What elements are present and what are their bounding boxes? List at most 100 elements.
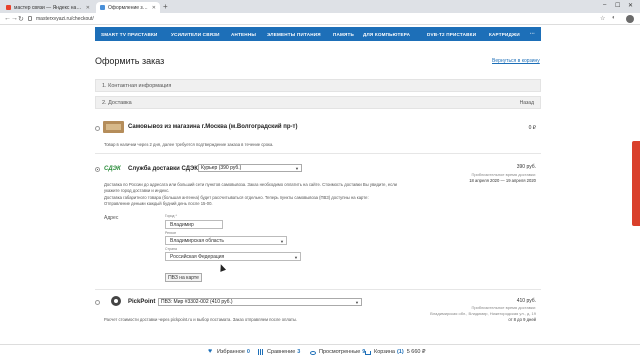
star-icon[interactable]: ☆ — [600, 15, 605, 22]
chevron-down-icon: ▼ — [295, 166, 299, 171]
step-label: 2. Доставка — [102, 99, 132, 106]
more-menu-icon[interactable]: ⋯ — [530, 31, 535, 37]
viewed-label: Просмотренные — [319, 349, 361, 355]
chevron-down-icon: ▼ — [355, 300, 359, 305]
page-title: Оформить заказ — [95, 56, 165, 66]
divider — [95, 153, 541, 154]
close-window-icon[interactable]: ✕ — [628, 2, 633, 9]
pickpoint-est-label: Приблизительное время доставки: — [471, 305, 536, 310]
favorites-link[interactable]: ♥ Избранное 0 — [208, 348, 250, 355]
minimize-icon[interactable]: – — [603, 2, 606, 8]
compare-link[interactable]: Сравнение 3 — [258, 349, 300, 355]
cdek-logo: СДЭК — [104, 166, 121, 172]
nav-item-antennas[interactable]: АНТЕННЫ — [231, 32, 256, 37]
nav-item-amplifiers[interactable]: УСИЛИТЕЛИ СВЯЗИ — [171, 32, 220, 37]
lock-icon — [28, 16, 32, 21]
pvz-map-button[interactable]: ПВЗ на карте — [165, 273, 202, 282]
city-label: Город * — [165, 214, 177, 218]
feedback-side-tab[interactable] — [632, 141, 640, 226]
cart-link[interactable]: Корзина (1) 5 660 ₽ — [365, 349, 425, 355]
region-select[interactable]: Владимирская область ▼ — [165, 236, 287, 245]
new-tab-button[interactable]: + — [163, 2, 168, 11]
shop-logo — [103, 121, 124, 133]
eye-icon — [310, 350, 316, 355]
address-label: Адрес — [104, 215, 119, 221]
compare-count: 3 — [297, 349, 301, 355]
cart-icon — [365, 350, 371, 355]
cart-label: Корзина — [374, 349, 395, 355]
back-to-cart-link[interactable]: Вернуться в корзину — [492, 58, 540, 64]
cdek-price: 390 руб. — [516, 164, 536, 170]
select-value: Курьер (390 руб.) — [201, 165, 242, 171]
cdek-desc-line: Доставка по России до адресата или больш… — [104, 182, 398, 187]
cdek-desc-line: укажите город доставки и индекс. — [104, 188, 170, 193]
chevron-down-icon: ▼ — [280, 239, 284, 244]
select-value: ПВЗ: Мир #3302-002 (410 руб.) — [161, 299, 233, 305]
bottom-bar: ♥ Избранное 0 Сравнение 3 Просмотренные … — [0, 344, 640, 360]
nav-item-computer[interactable]: ДЛЯ КОМПЬЮТЕРА — [363, 32, 410, 37]
browser-tab-bar: мастер связи — Яндекс нашел... ✕ Оформле… — [0, 0, 640, 13]
step-delivery: 2. Доставка Назад — [95, 96, 541, 109]
pickpoint-price: 410 руб. — [516, 298, 536, 304]
step-back-link[interactable]: Назад — [520, 100, 534, 106]
region-label: Регион — [165, 231, 177, 235]
pickpoint-point-select[interactable]: ПВЗ: Мир #3302-002 (410 руб.) ▼ — [158, 298, 362, 306]
forward-arrow-icon[interactable]: → — [11, 15, 18, 22]
cdek-tariff-select[interactable]: Курьер (390 руб.) ▼ — [198, 164, 302, 172]
tab-title: мастер связи — Яндекс нашел... — [14, 4, 84, 11]
pickpoint-note: Расчет стоимости доставки через pickpoin… — [104, 317, 298, 322]
url-input[interactable]: masterxvyazi.ru/checkout/ — [36, 16, 94, 22]
pickup-note: Товар в наличии через 2 дня, далее требу… — [104, 142, 274, 147]
mouse-cursor-icon — [217, 263, 227, 272]
cdek-est-label: Приблизительное время доставки: — [471, 172, 536, 177]
country-label: Страна — [165, 247, 177, 251]
reload-icon[interactable]: ↻ — [18, 15, 24, 23]
divider — [95, 289, 541, 290]
cdek-desc-line: Отправление деньми каждый будний день по… — [104, 201, 213, 206]
city-value: Владимир — [170, 221, 194, 228]
region-value: Владимирская область — [170, 237, 224, 244]
site-category-nav: SMART TV ПРИСТАВКИ УСИЛИТЕЛИ СВЯЗИ АНТЕН… — [95, 27, 541, 41]
compare-bars-icon — [258, 349, 264, 355]
step-label: 1. Контактная информация — [102, 82, 172, 89]
pickpoint-logo-icon — [111, 296, 121, 306]
cdek-title: Служба доставки СДЭК — [128, 166, 198, 172]
pickpoint-title: PickPoint — [128, 299, 156, 305]
nav-item-dvb[interactable]: DVB-T2 ПРИСТАВКИ — [427, 32, 476, 37]
address-bar: ← → ↻ masterxvyazi.ru/checkout/ ☆ ◐ — [0, 13, 640, 25]
extension-icon[interactable]: ◐ — [612, 15, 616, 21]
pickpoint-radio[interactable] — [95, 300, 100, 305]
favorites-label: Избранное — [217, 349, 245, 355]
pickup-title: Самовывоз из магазина г.Москва (м.Волгог… — [128, 124, 298, 130]
pickup-price: 0 ₽ — [528, 125, 536, 131]
cdek-est-dates: 18 апреля 2020 — 19 апреля 2020 — [469, 178, 536, 183]
country-select[interactable]: Российская Федерация ▼ — [165, 252, 301, 261]
country-value: Российская Федерация — [170, 253, 225, 260]
browser-tab-active[interactable]: Оформление заказа - Контакт... ✕ — [96, 2, 160, 13]
profile-avatar[interactable] — [626, 15, 634, 23]
pickpoint-eta: от 8 до 9 дней — [508, 317, 536, 322]
pickup-radio[interactable] — [95, 126, 100, 131]
close-tab-icon[interactable]: ✕ — [152, 5, 156, 11]
tab-title: Оформление заказа - Контакт... — [108, 4, 150, 11]
yandex-favicon-icon — [6, 5, 11, 10]
viewed-link[interactable]: Просмотренные 9 — [310, 349, 365, 355]
back-arrow-icon[interactable]: ← — [4, 15, 11, 22]
city-input[interactable]: Владимир — [165, 220, 223, 229]
chevron-down-icon: ▼ — [294, 255, 298, 260]
cart-count: (1) — [396, 349, 404, 355]
nav-item-smart-tv[interactable]: SMART TV ПРИСТАВКИ — [101, 32, 157, 37]
nav-item-power[interactable]: ЭЛЕМЕНТЫ ПИТАНИЯ — [267, 32, 321, 37]
cdek-radio[interactable] — [95, 167, 100, 172]
favorites-count: 0 — [246, 349, 250, 355]
maximize-icon[interactable]: ☐ — [615, 2, 620, 9]
compare-label: Сравнение — [267, 349, 296, 355]
pickpoint-address: Владимирская обл., Владимир, Нижегородск… — [430, 311, 536, 316]
nav-item-memory[interactable]: ПАМЯТЬ — [333, 32, 354, 37]
cart-total: 5 660 ₽ — [406, 349, 426, 355]
browser-tab[interactable]: мастер связи — Яндекс нашел... ✕ — [2, 2, 94, 13]
step-contact-info[interactable]: 1. Контактная информация — [95, 79, 541, 92]
cdek-desc-line: Доставка габаритного товара (большая ант… — [104, 195, 369, 200]
close-tab-icon[interactable]: ✕ — [86, 5, 90, 11]
nav-item-cartridges[interactable]: КАРТРИДЖИ — [489, 32, 520, 37]
